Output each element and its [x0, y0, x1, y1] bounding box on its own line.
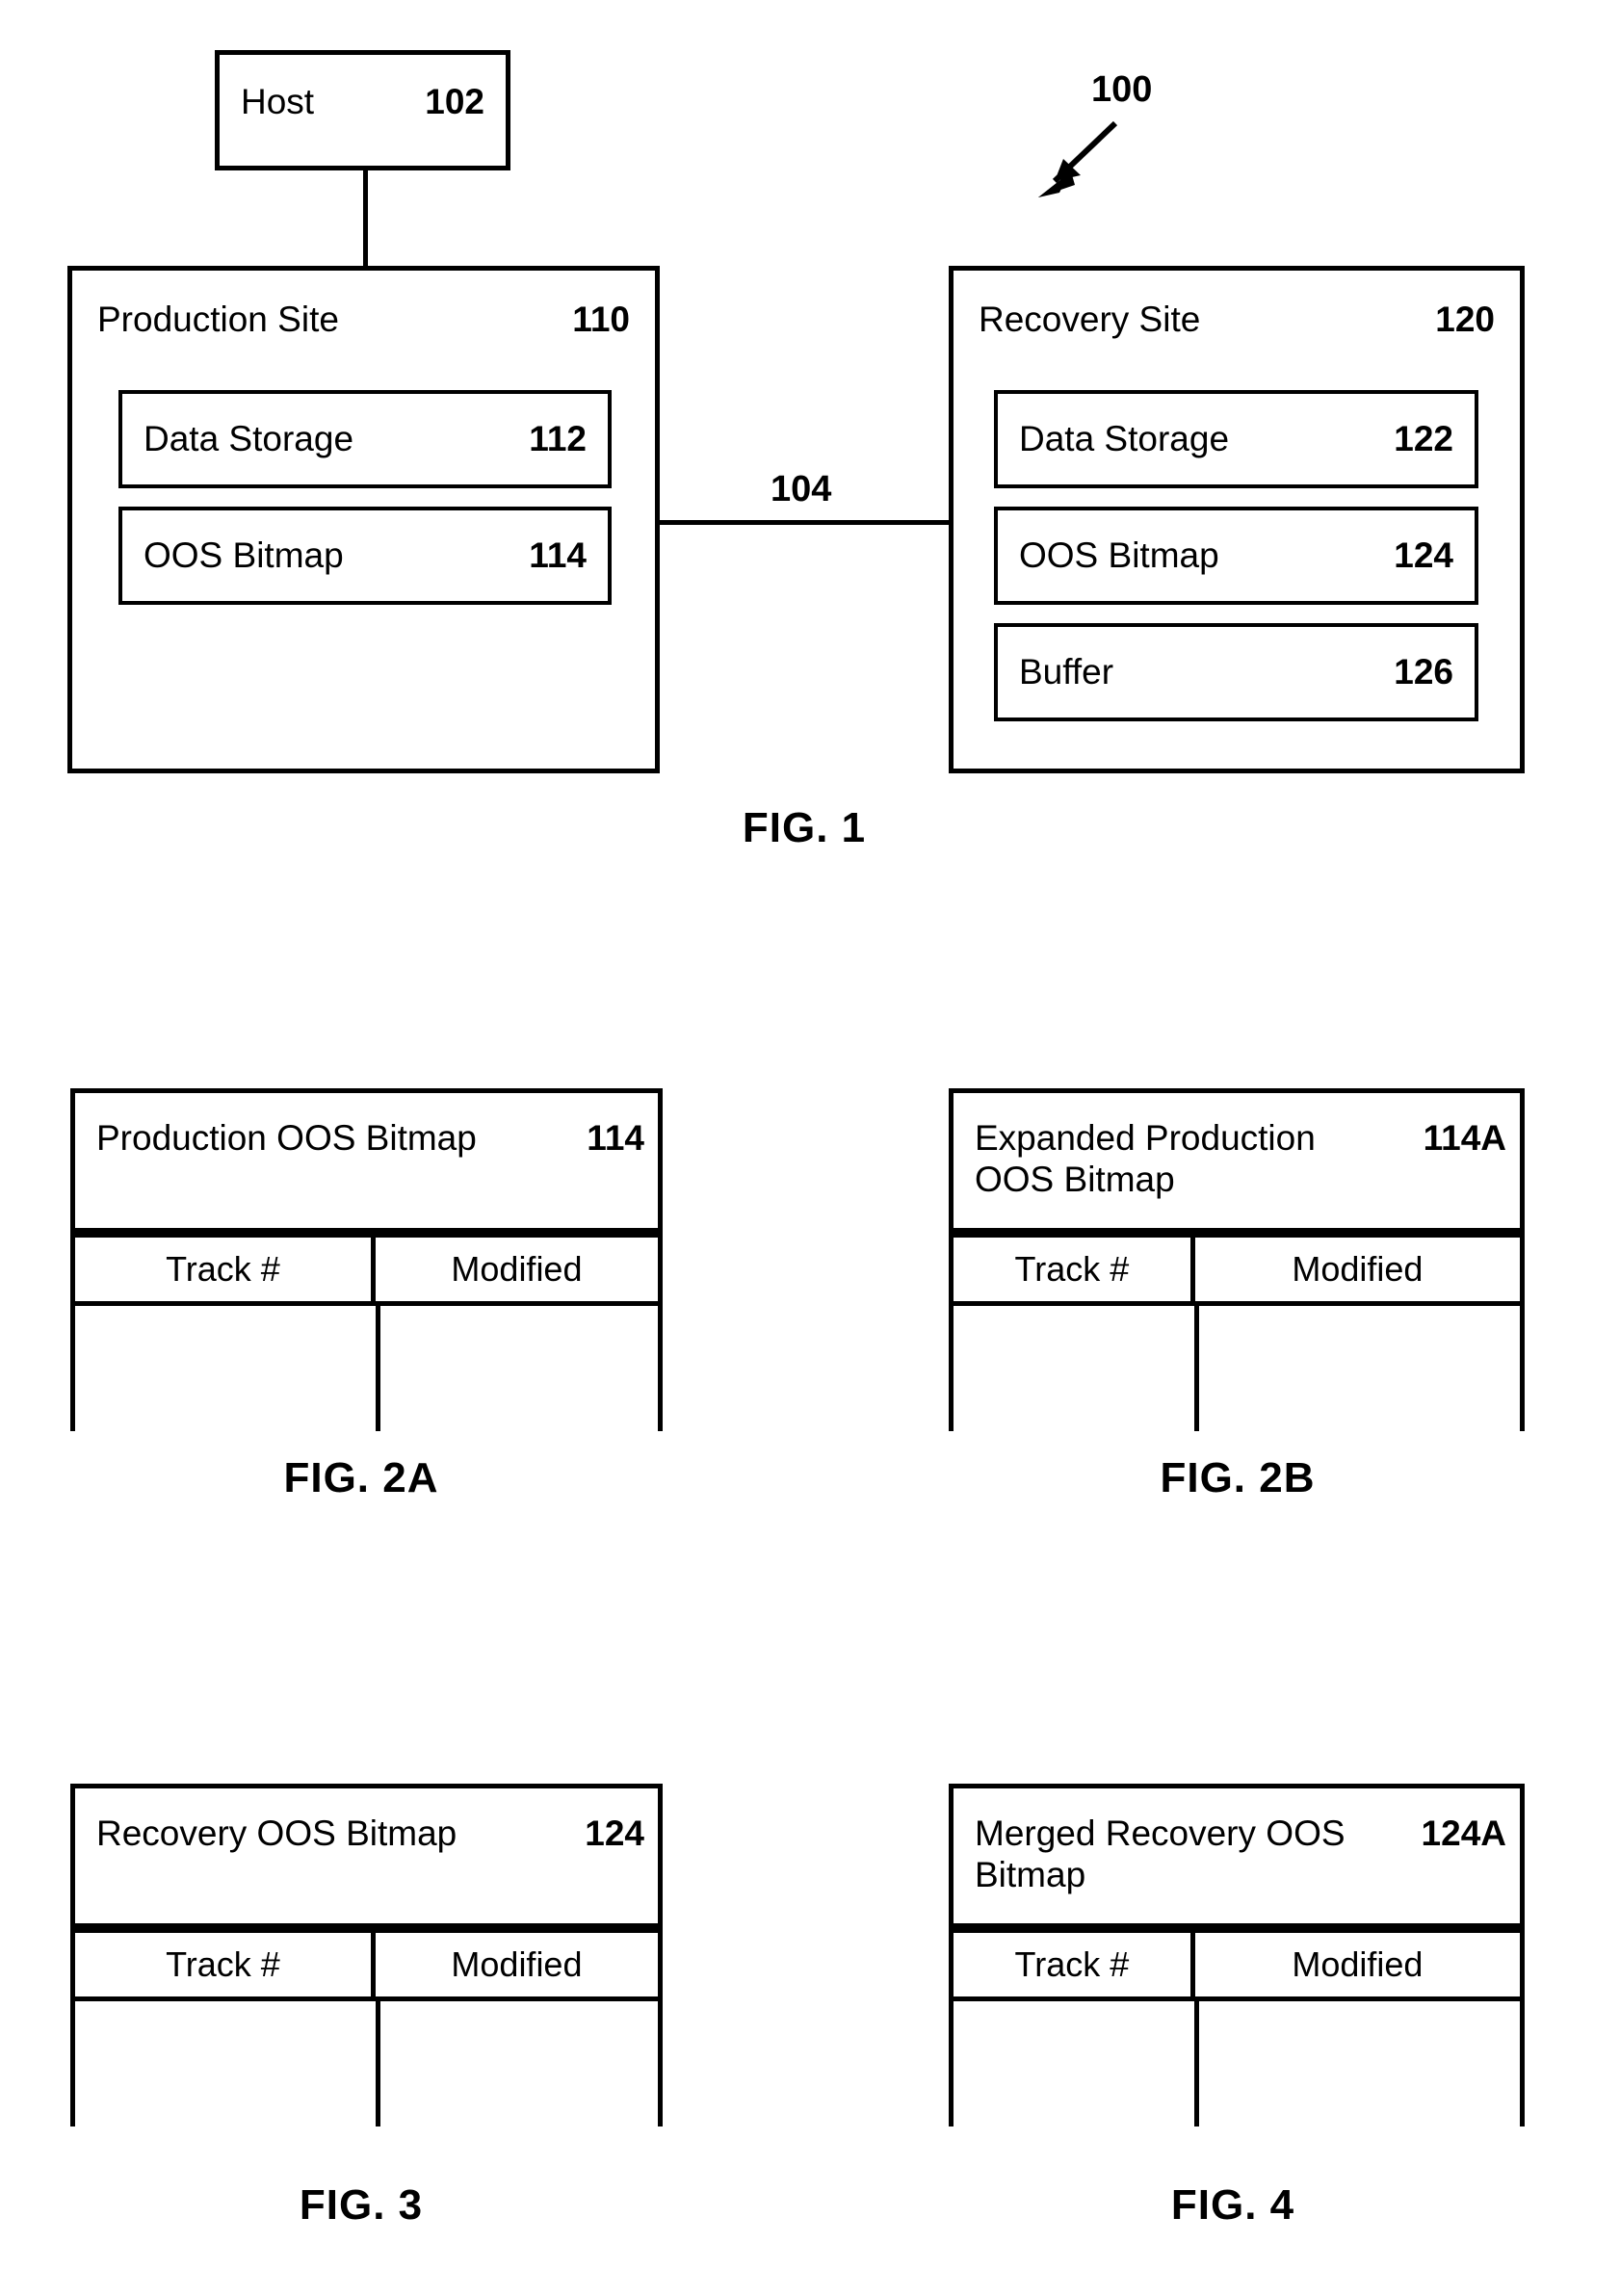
table-ref-number: 124A — [1421, 1813, 1506, 1853]
table-title-text: Merged Recovery OOS — [975, 1813, 1346, 1853]
patent-figure-sheet: 100 Host 102 Production Site 110 Data St… — [0, 0, 1620, 2296]
table-title-text-line2: Bitmap — [975, 1855, 1086, 1895]
table-header-row: Track # Modified — [949, 1928, 1525, 2001]
table-body-open — [949, 2001, 1525, 2126]
table-header-modified: Modified — [1292, 1944, 1424, 1984]
figure-4: Merged Recovery OOS 124A Bitmap Track # … — [0, 0, 1620, 2296]
figure-4-caption: FIG. 4 — [1170, 2181, 1295, 2229]
table-column-divider — [1194, 2001, 1199, 2126]
table-title-cell: Merged Recovery OOS 124A Bitmap — [949, 1784, 1525, 1928]
table-header-track: Track # — [954, 1933, 1195, 1996]
